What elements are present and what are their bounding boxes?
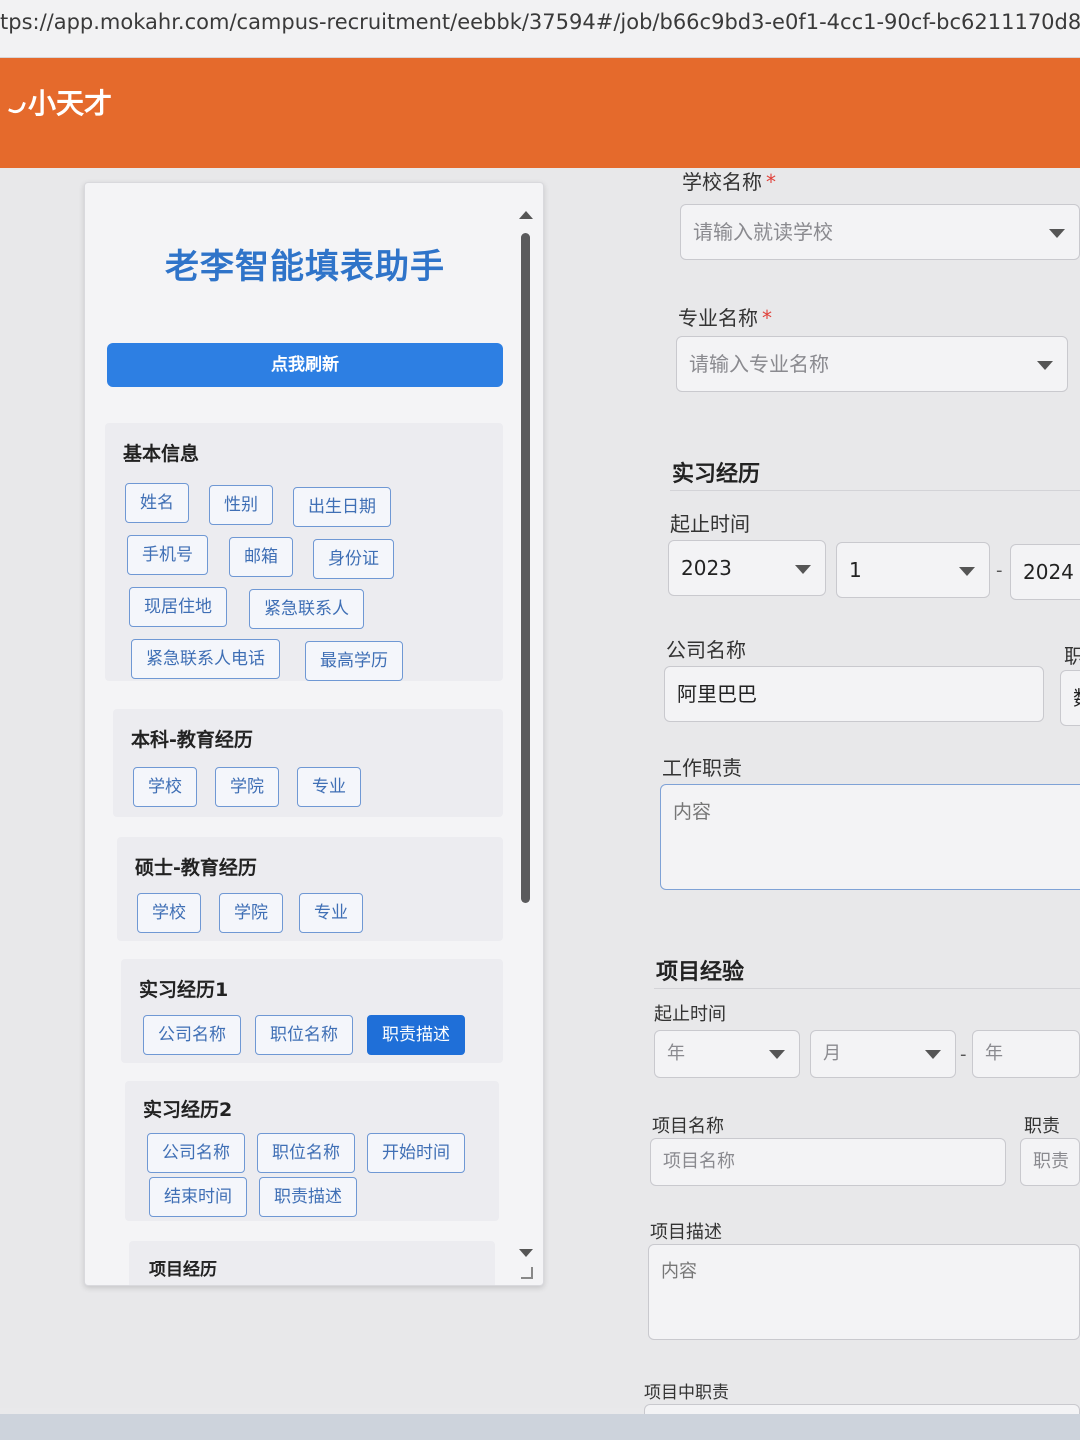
internship-section-title: 实习经历: [672, 462, 761, 487]
project-name-label: 项目名称: [652, 1116, 724, 1137]
application-form: 学校名称 * 请输入就读学校 专业名称 * 请输入专业名称 实习经历 起止时间 20…: [620, 168, 1080, 1440]
project-name-input[interactable]: 项目名称: [650, 1138, 1006, 1186]
chip-intern2-position[interactable]: 职位名称: [257, 1133, 355, 1173]
company-name-label: 公司名称: [666, 638, 746, 662]
range-dash: -: [960, 1044, 967, 1065]
chip-intern1-position[interactable]: 职位名称: [255, 1015, 353, 1055]
project-end-year-select[interactable]: 年: [972, 1030, 1080, 1078]
chip-bachelor-college[interactable]: 学院: [215, 767, 279, 807]
scrollbar-thumb[interactable]: [521, 233, 530, 903]
screen: tps://app.mokahr.com/campus-recruitment/…: [0, 0, 1080, 1440]
project-section-title: 项目经验: [656, 960, 745, 985]
chip-email[interactable]: 邮箱: [229, 537, 293, 577]
chip-address[interactable]: 现居住地: [129, 587, 227, 627]
browser-address-bar[interactable]: tps://app.mokahr.com/campus-recruitment/…: [0, 0, 1080, 58]
chip-intern1-duty[interactable]: 职责描述: [367, 1015, 465, 1055]
chip-emergency-contact[interactable]: 紧急联系人: [249, 589, 364, 629]
chevron-down-icon: [1049, 229, 1065, 238]
chip-phone[interactable]: 手机号: [127, 535, 208, 575]
resize-grip-icon[interactable]: [521, 1267, 533, 1279]
logo-text: 小天才: [28, 87, 113, 120]
school-select[interactable]: 请输入就读学校: [680, 204, 1080, 260]
group-title-internship-1: 实习经历1: [139, 979, 229, 1001]
project-duty-label: 项目中职责: [644, 1383, 729, 1403]
project-start-month-select[interactable]: 月: [810, 1030, 956, 1078]
section-divider: [654, 988, 1080, 989]
group-title-internship-2: 实习经历2: [143, 1099, 233, 1121]
chip-id-card[interactable]: 身份证: [313, 539, 394, 579]
os-taskbar: [0, 1414, 1080, 1440]
internship-start-month-select[interactable]: 1: [836, 542, 990, 598]
project-start-year-select[interactable]: 年: [654, 1030, 800, 1078]
chip-bachelor-major[interactable]: 专业: [297, 767, 361, 807]
chip-bachelor-school[interactable]: 学校: [133, 767, 197, 807]
school-name-label: 学校名称 *: [682, 170, 776, 194]
project-role-input[interactable]: 职责: [1020, 1138, 1080, 1186]
chip-intern1-company[interactable]: 公司名称: [143, 1015, 241, 1055]
chip-name[interactable]: 姓名: [125, 483, 189, 523]
project-desc-textarea[interactable]: 内容: [648, 1244, 1080, 1340]
group-title-basic: 基本信息: [123, 443, 200, 465]
scroll-down-arrow-icon[interactable]: [519, 1249, 533, 1257]
helper-title: 老李智能填表助手: [165, 247, 445, 287]
chevron-down-icon: [925, 1050, 941, 1059]
chevron-down-icon: [795, 565, 811, 574]
internship-end-year-select[interactable]: 2024: [1010, 544, 1080, 600]
url-text[interactable]: tps://app.mokahr.com/campus-recruitment/…: [0, 10, 1080, 34]
form-helper-panel: 老李智能填表助手 点我刷新 基本信息 姓名 性别 出生日期 手机号 邮箱 身份证…: [84, 182, 544, 1286]
project-desc-label: 项目描述: [650, 1222, 722, 1243]
chevron-down-icon: [1037, 361, 1053, 370]
internship-start-year-select[interactable]: 2023: [668, 540, 826, 596]
company-name-input[interactable]: 阿里巴巴: [664, 666, 1044, 722]
section-divider: [670, 490, 1080, 491]
chip-intern2-company[interactable]: 公司名称: [147, 1133, 245, 1173]
group-title-projects: 项目经历: [149, 1260, 217, 1280]
project-period-label: 起止时间: [654, 1004, 726, 1025]
major-select[interactable]: 请输入专业名称: [676, 336, 1068, 392]
project-role-label: 职责: [1024, 1116, 1060, 1137]
scroll-up-arrow-icon[interactable]: [519, 211, 533, 219]
panel-scrollbar[interactable]: [519, 205, 533, 1265]
chip-master-college[interactable]: 学院: [219, 893, 283, 933]
group-title-master: 硕士-教育经历: [135, 857, 257, 879]
group-title-bachelor: 本科-教育经历: [131, 729, 253, 751]
duty-label: 工作职责: [662, 756, 742, 780]
major-name-label: 专业名称 *: [678, 306, 772, 330]
range-dash: -: [996, 560, 1003, 581]
chip-master-school[interactable]: 学校: [137, 893, 201, 933]
position-label: 职: [1064, 644, 1080, 668]
refresh-button[interactable]: 点我刷新: [107, 343, 503, 387]
duty-textarea[interactable]: 内容: [660, 784, 1080, 890]
chevron-down-icon: [959, 567, 975, 576]
internship-period-label: 起止时间: [670, 512, 750, 536]
chip-gender[interactable]: 性别: [209, 485, 273, 525]
site-header: 小天才: [0, 58, 1080, 168]
chip-intern2-end[interactable]: 结束时间: [149, 1177, 247, 1217]
chip-birthdate[interactable]: 出生日期: [293, 487, 391, 527]
chip-highest-degree[interactable]: 最高学历: [305, 641, 403, 681]
brand-logo[interactable]: 小天才: [8, 82, 113, 122]
position-input[interactable]: 数: [1060, 670, 1080, 726]
chip-master-major[interactable]: 专业: [299, 893, 363, 933]
chip-emergency-phone[interactable]: 紧急联系人电话: [131, 639, 280, 679]
chip-intern2-start[interactable]: 开始时间: [367, 1133, 465, 1173]
chip-intern2-duty[interactable]: 职责描述: [259, 1177, 357, 1217]
chevron-down-icon: [769, 1050, 785, 1059]
logo-smile-icon: [8, 98, 26, 116]
